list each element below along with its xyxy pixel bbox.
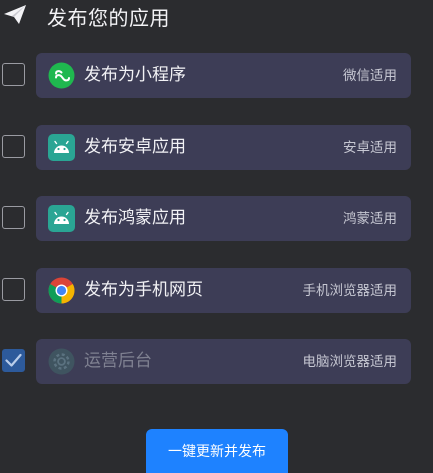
publish-option-miniprogram: 发布为小程序 微信适用 (0, 53, 433, 99)
publish-button[interactable]: 一键更新并发布 (146, 429, 288, 473)
miniprogram-hint: 微信适用 (343, 68, 397, 84)
page-header: 发布您的应用 (0, 0, 433, 36)
chrome-icon (48, 277, 75, 304)
publish-option-mobile-web: 发布为手机网页 手机浏览器适用 (0, 268, 433, 314)
android-icon (48, 134, 75, 161)
admin-hint: 电脑浏览器适用 (302, 354, 398, 370)
miniprogram-checkbox[interactable] (2, 63, 25, 86)
page-title: 发布您的应用 (47, 6, 170, 30)
miniprogram-card[interactable]: 发布为小程序 微信适用 (36, 53, 411, 98)
check-icon (5, 353, 22, 367)
mobile-web-hint: 手机浏览器适用 (302, 283, 398, 299)
publish-option-android: 发布安卓应用 安卓适用 (0, 125, 433, 171)
paper-plane-icon (4, 5, 26, 24)
wechat-miniprogram-icon (48, 62, 75, 89)
android-card[interactable]: 发布安卓应用 安卓适用 (36, 125, 411, 170)
harmonyos-hint: 鸿蒙适用 (343, 211, 397, 227)
harmonyos-icon (48, 205, 75, 232)
gear-icon (48, 348, 75, 375)
mobile-web-checkbox[interactable] (2, 278, 25, 301)
android-checkbox[interactable] (2, 135, 25, 158)
harmonyos-checkbox[interactable] (2, 206, 25, 229)
mobile-web-card[interactable]: 发布为手机网页 手机浏览器适用 (36, 268, 411, 313)
harmonyos-card[interactable]: 发布鸿蒙应用 鸿蒙适用 (36, 196, 411, 241)
android-label: 发布安卓应用 (84, 137, 186, 157)
admin-label: 运营后台 (84, 351, 152, 371)
miniprogram-label: 发布为小程序 (84, 65, 186, 85)
mobile-web-label: 发布为手机网页 (84, 280, 203, 300)
android-hint: 安卓适用 (343, 140, 397, 156)
publish-option-admin: 运营后台 电脑浏览器适用 (0, 339, 433, 385)
publish-option-harmonyos: 发布鸿蒙应用 鸿蒙适用 (0, 196, 433, 242)
harmonyos-label: 发布鸿蒙应用 (84, 208, 186, 228)
admin-checkbox[interactable] (2, 349, 25, 372)
admin-card[interactable]: 运营后台 电脑浏览器适用 (36, 339, 411, 384)
